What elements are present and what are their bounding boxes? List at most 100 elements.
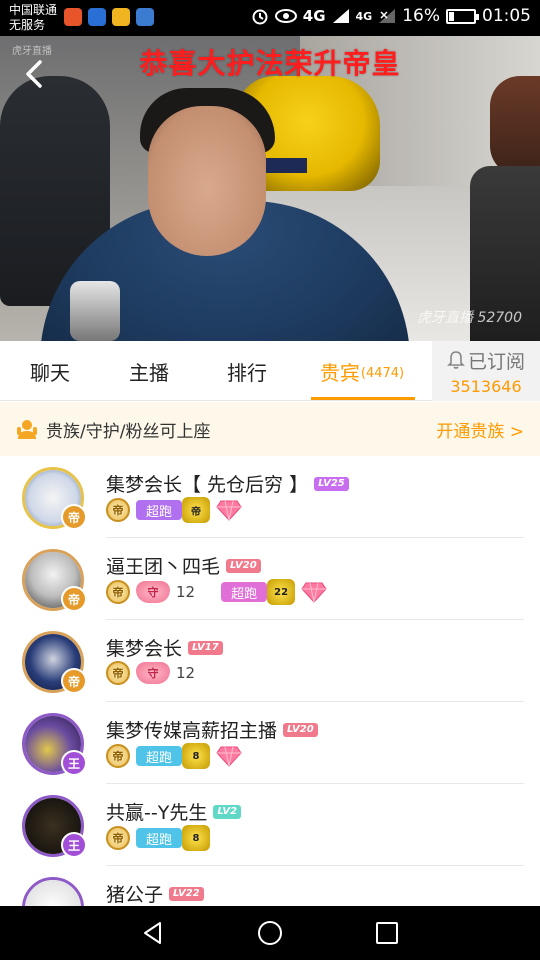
vip-seat-notice: 贵族/守护/粉丝可上座 开通贵族 > xyxy=(0,402,540,456)
tab-label: 聊天 xyxy=(30,360,70,385)
gallery-app-icon xyxy=(136,8,154,26)
tab-label: 排行 xyxy=(227,360,267,385)
microphone xyxy=(70,281,120,341)
member-name: 逼王团丶四毛 xyxy=(106,556,221,578)
list-item[interactable]: 王 共赢--Y先生 LV2 帝 超跑 8 xyxy=(0,784,540,866)
car-level-badge: 帝 xyxy=(182,497,211,523)
emperor-emblem-icon: 帝 xyxy=(106,826,130,850)
huya-watermark: 虎牙直播 52700 xyxy=(417,310,522,326)
system-nav-bar xyxy=(0,906,540,960)
rank-badge: 帝 xyxy=(61,586,87,612)
bell-icon xyxy=(447,351,465,369)
diamond-icon xyxy=(301,582,327,603)
list-item[interactable]: 帝 集梦会长 LV17 帝 守 12 xyxy=(0,620,540,702)
supercar-badge: 超跑 xyxy=(221,582,268,602)
streamer-head xyxy=(148,106,266,256)
nav-back-button[interactable] xyxy=(133,913,173,953)
eye-icon xyxy=(274,9,297,23)
active-tab-indicator xyxy=(311,397,415,400)
alarm-icon xyxy=(251,7,269,25)
battery-percent: 16% xyxy=(402,6,440,26)
rank-badge: 帝 xyxy=(61,668,87,694)
list-item[interactable]: 帝 逼王团丶四毛 LV20 帝 守 12 超跑 22 xyxy=(0,538,540,620)
rank-badge: 帝 xyxy=(61,504,87,530)
nav-recents-button[interactable] xyxy=(367,913,407,953)
triangle-back-icon xyxy=(144,922,162,944)
car-level-badge: 22 xyxy=(267,579,296,605)
vip-list[interactable]: 帝 集梦会长【 先仓后穷 】 LV25 帝 超跑 帝 帝 逼王团丶四毛 LV20… xyxy=(0,456,540,906)
supercar-badge: 超跑 xyxy=(136,500,183,520)
list-item[interactable]: 王 集梦传媒高薪招主播 LV20 帝 超跑 8 xyxy=(0,702,540,784)
signal-icon xyxy=(332,8,350,24)
supercar-badge: 超跑 xyxy=(136,828,183,848)
seat-icon xyxy=(14,416,40,442)
member-name: 集梦会长【 先仓后穷 】 xyxy=(106,474,309,496)
level-badge: LV25 xyxy=(314,476,349,491)
emperor-emblem-icon: 帝 xyxy=(106,661,130,685)
back-button[interactable] xyxy=(16,56,52,92)
car-level-badge: 8 xyxy=(182,743,211,769)
subscribe-label: 已订阅 xyxy=(467,350,525,373)
guard-count: 12 xyxy=(176,583,196,601)
emperor-emblem-icon: 帝 xyxy=(106,498,130,522)
carrier-name: 中国联通 xyxy=(9,3,58,17)
member-name: 共赢--Y先生 xyxy=(106,802,208,824)
member-name: 集梦传媒高薪招主播 xyxy=(106,720,278,742)
avatar[interactable]: 王 xyxy=(22,713,87,776)
network-label-2: 4G xyxy=(355,9,373,23)
circle-home-icon xyxy=(257,921,282,945)
network-label: 4G xyxy=(302,7,326,25)
avatar[interactable]: 王 xyxy=(22,795,87,858)
congrats-banner: 恭喜大护法荣升帝皇 xyxy=(139,47,401,80)
notice-text: 贵族/守护/粉丝可上座 xyxy=(46,421,211,442)
tab-label: 贵宾 xyxy=(319,360,360,385)
diamond-icon xyxy=(216,746,242,767)
supercar-badge: 超跑 xyxy=(136,746,183,766)
member-name: 猪公子 xyxy=(106,884,164,906)
shield-app-icon xyxy=(88,8,106,26)
no-signal-icon xyxy=(378,8,396,24)
guard-icon: 守 xyxy=(136,581,170,603)
level-badge: LV2 xyxy=(213,804,242,819)
car-level-badge: 8 xyxy=(182,825,211,851)
notification-icons xyxy=(64,8,154,26)
rank-badge: 王 xyxy=(61,750,87,776)
guard-icon: 守 xyxy=(136,662,170,684)
tab-chat[interactable]: 聊天 xyxy=(0,341,100,401)
guard-count: 12 xyxy=(176,664,196,682)
diamond-icon xyxy=(216,500,242,521)
tab-label: 主播 xyxy=(129,360,169,385)
open-nobility-link[interactable]: 开通贵族 > xyxy=(436,417,524,442)
list-item[interactable]: 帝 集梦会长【 先仓后穷 】 LV25 帝 超跑 帝 xyxy=(0,456,540,538)
nav-home-button[interactable] xyxy=(250,913,290,953)
square-recents-icon xyxy=(375,922,398,944)
clock: 01:05 xyxy=(482,6,531,26)
avatar[interactable]: 帝 xyxy=(22,467,87,530)
carrier-service: 无服务 xyxy=(9,18,46,32)
level-badge: LV20 xyxy=(226,558,261,573)
emperor-emblem-icon: 帝 xyxy=(106,580,130,604)
avatar[interactable]: 帝 xyxy=(22,549,87,612)
status-indicators: 4G 4G 16% 01:05 xyxy=(251,6,531,26)
avatar[interactable]: 帝 xyxy=(22,631,87,694)
carrier-info: 中国联通 无服务 xyxy=(9,3,57,33)
level-badge: LV17 xyxy=(188,640,223,655)
emperor-emblem-icon: 帝 xyxy=(106,744,130,768)
chevron-left-icon xyxy=(26,60,42,88)
tab-ranking[interactable]: 排行 xyxy=(198,341,296,401)
app-notification-icon xyxy=(64,8,82,26)
tab-vip[interactable]: 贵宾 (4474) xyxy=(307,341,417,401)
game-app-icon xyxy=(112,8,130,26)
subscribe-button[interactable]: 已订阅 3513646 xyxy=(432,341,540,401)
background-person-right xyxy=(490,76,540,176)
live-video[interactable]: 虎牙直播 恭喜大护法荣升帝皇 虎牙直播 52700 xyxy=(0,36,540,341)
avatar[interactable] xyxy=(22,877,84,906)
member-name: 集梦会长 xyxy=(106,638,183,660)
list-item[interactable]: 猪公子 LV22 xyxy=(0,866,540,906)
tab-anchor[interactable]: 主播 xyxy=(100,341,198,401)
tab-bar: 聊天 主播 排行 贵宾 (4474) 已订阅 3513646 xyxy=(0,341,540,401)
vip-count: (4474) xyxy=(360,365,405,381)
rank-badge: 王 xyxy=(61,832,87,858)
battery-icon xyxy=(446,8,479,24)
status-bar: 中国联通 无服务 4G 4G 16% 01:05 xyxy=(0,0,540,36)
